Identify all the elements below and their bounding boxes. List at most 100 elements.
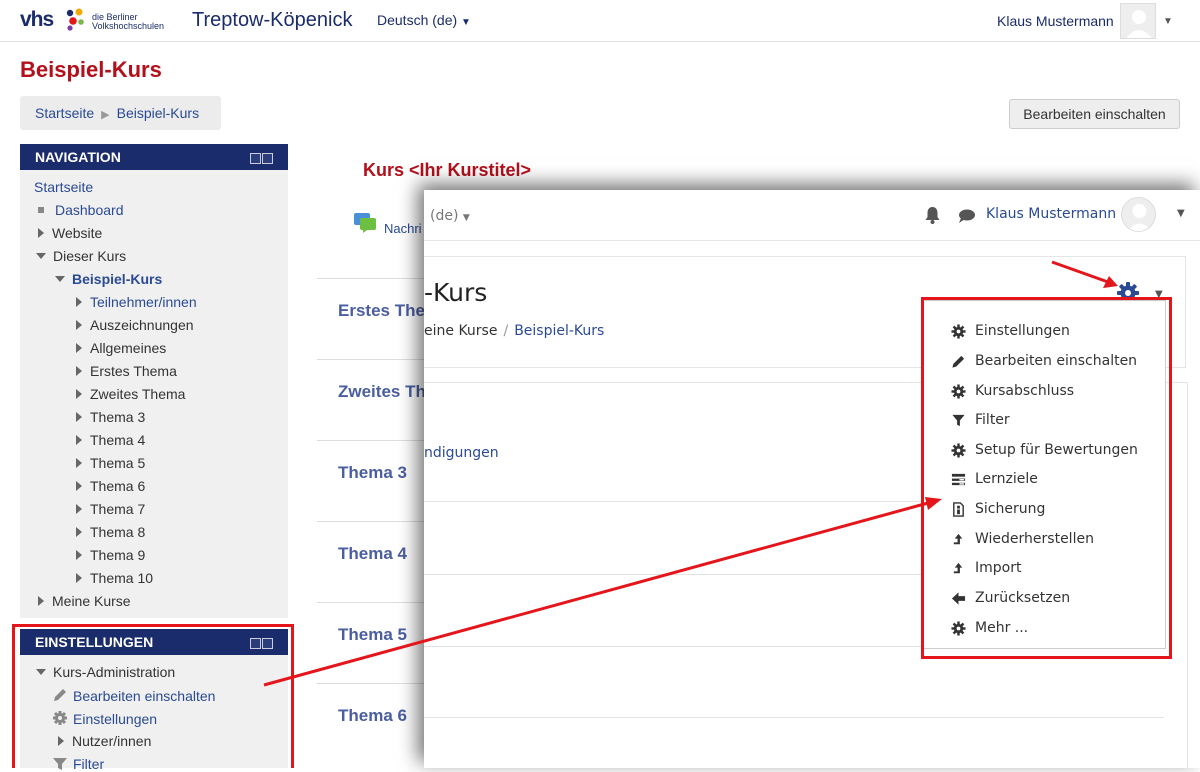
nav-item-label: Thema 10 xyxy=(90,570,154,586)
expand-icon xyxy=(76,412,82,422)
language-menu[interactable]: Deutsch (de) ▼ xyxy=(377,12,471,28)
block-controls[interactable] xyxy=(249,151,274,164)
nav-item-auszeichnungen[interactable]: Auszeichnungen xyxy=(76,317,194,333)
breadcrumb-separator-icon: ▶ xyxy=(101,109,110,121)
overlay-user-name[interactable]: Klaus Mustermann xyxy=(986,206,1116,222)
minimize-icon[interactable] xyxy=(250,153,261,164)
bullet-icon xyxy=(38,207,44,213)
nav-item-thema-8[interactable]: Thema 8 xyxy=(76,524,145,540)
section-divider xyxy=(317,521,427,522)
page-title: Beispiel-Kurs xyxy=(20,57,162,82)
user-menu-name[interactable]: Klaus Mustermann xyxy=(997,13,1114,29)
avatar-user-icon xyxy=(1126,10,1152,38)
overlay-content-link[interactable]: ndigungen xyxy=(424,445,499,461)
nav-item-label: Allgemeines xyxy=(90,340,167,356)
nav-item-dieser-kurs[interactable]: Dieser Kurs xyxy=(36,248,126,264)
nav-item-thema-10[interactable]: Thema 10 xyxy=(76,570,153,586)
settings-highlight-frame xyxy=(12,624,294,768)
expand-icon xyxy=(76,343,82,353)
nav-item-label: Dashboard xyxy=(55,202,124,218)
expand-icon xyxy=(38,596,44,606)
expand-icon xyxy=(76,550,82,560)
navigation-block-header: NAVIGATION xyxy=(20,144,288,170)
breadcrumb-home[interactable]: Startseite xyxy=(35,105,94,121)
breadcrumb-slash: / xyxy=(503,323,509,339)
section-title[interactable]: Thema 3 xyxy=(338,463,407,483)
avatar[interactable] xyxy=(1120,3,1156,39)
breadcrumb: Startseite ▶ Beispiel-Kurs xyxy=(20,96,221,130)
overlay-breadcrumb: eine Kurse / Beispiel-Kurs xyxy=(424,323,604,339)
overlay-user-caret-icon[interactable]: ▼ xyxy=(1177,208,1185,219)
nav-item-thema-7[interactable]: Thema 7 xyxy=(76,501,145,517)
section-divider xyxy=(317,359,427,360)
bell-icon[interactable] xyxy=(924,206,941,224)
logo-text: vhs xyxy=(20,8,54,31)
collapse-icon xyxy=(36,253,46,259)
collapse-icon xyxy=(55,276,65,282)
section-title[interactable]: Thema 4 xyxy=(338,544,407,564)
expand-icon xyxy=(76,481,82,491)
expand-icon xyxy=(38,228,44,238)
expand-icon xyxy=(76,504,82,514)
section-divider xyxy=(317,440,427,441)
expand-icon xyxy=(76,389,82,399)
nav-item-thema-3[interactable]: Thema 3 xyxy=(76,409,145,425)
nav-item-meine-kurse[interactable]: Meine Kurse xyxy=(38,593,131,609)
overlay-breadcrumb-prefix[interactable]: eine Kurse xyxy=(424,323,497,339)
site-logo[interactable]: vhs die Berliner Volkshochschulen xyxy=(20,8,175,34)
nav-item-allgemeines[interactable]: Allgemeines xyxy=(76,340,166,356)
chat-icon[interactable] xyxy=(958,208,976,224)
nav-item-beispiel-kurs[interactable]: Beispiel-Kurs xyxy=(55,271,162,287)
section-title[interactable]: Zweites Th xyxy=(338,382,426,402)
nav-item-dashboard[interactable]: Dashboard xyxy=(38,202,124,218)
breadcrumb-course[interactable]: Beispiel-Kurs xyxy=(117,105,199,121)
nav-item-thema-6[interactable]: Thema 6 xyxy=(76,478,145,494)
overlay-avatar[interactable] xyxy=(1121,197,1156,232)
boost-theme-screenshot: (de) ▼ Klaus Mustermann ▼ -Kurs eine Kur… xyxy=(424,190,1200,768)
overlay-language-menu[interactable]: (de) ▼ xyxy=(430,208,470,224)
nav-item-label: Thema 8 xyxy=(90,524,146,540)
user-caret-icon[interactable]: ▼ xyxy=(1163,16,1173,27)
nav-item-label: Meine Kurse xyxy=(52,593,131,609)
edit-mode-button[interactable]: Bearbeiten einschalten xyxy=(1009,99,1180,129)
nav-item-label: Thema 4 xyxy=(90,432,146,448)
nav-item-website[interactable]: Website xyxy=(38,225,102,241)
nav-item-label: Erstes Thema xyxy=(90,363,177,379)
nav-item-startseite[interactable]: Startseite xyxy=(34,179,93,195)
overlay-breadcrumb-current[interactable]: Beispiel-Kurs xyxy=(514,323,604,339)
nav-item-label: Dieser Kurs xyxy=(53,248,127,264)
nav-item-label: Thema 7 xyxy=(90,501,146,517)
section-divider xyxy=(317,278,427,279)
nav-item-label: Thema 3 xyxy=(90,409,146,425)
overlay-language-label: (de) xyxy=(430,208,459,224)
logo-dots-icon xyxy=(66,8,84,31)
section-title[interactable]: Erstes The xyxy=(338,301,425,321)
course-heading: Kurs <Ihr Kurstitel> xyxy=(363,160,532,180)
section-divider xyxy=(317,602,427,603)
logo-line2: Volkshochschulen xyxy=(92,21,165,31)
nav-item-label: Thema 6 xyxy=(90,478,146,494)
nav-item-thema-9[interactable]: Thema 9 xyxy=(76,547,145,563)
nav-item-label: Beispiel-Kurs xyxy=(72,271,163,287)
dock-icon[interactable] xyxy=(262,153,273,164)
section-title[interactable]: Thema 5 xyxy=(338,625,407,645)
nav-item-teilnehmer[interactable]: Teilnehmer/innen xyxy=(76,294,197,310)
nav-item-erstes-thema[interactable]: Erstes Thema xyxy=(76,363,177,379)
expand-icon xyxy=(76,573,82,583)
caret-down-icon: ▼ xyxy=(462,213,470,223)
site-name[interactable]: Treptow-Köpenick xyxy=(192,9,352,32)
expand-icon xyxy=(76,527,82,537)
nav-item-label: Auszeichnungen xyxy=(90,317,194,333)
overlay-divider xyxy=(424,717,1164,718)
section-divider xyxy=(317,683,427,684)
menu-highlight-frame xyxy=(921,297,1172,659)
language-label: Deutsch (de) xyxy=(377,12,458,28)
nav-item-zweites-thema[interactable]: Zweites Thema xyxy=(76,386,185,402)
section-title[interactable]: Thema 6 xyxy=(338,706,407,726)
news-forum-link[interactable]: Nachri xyxy=(384,221,422,236)
nav-item-thema-5[interactable]: Thema 5 xyxy=(76,455,145,471)
nav-item-thema-4[interactable]: Thema 4 xyxy=(76,432,145,448)
expand-icon xyxy=(76,458,82,468)
overlay-course-title: -Kurs xyxy=(424,278,488,307)
caret-down-icon: ▼ xyxy=(461,17,471,28)
